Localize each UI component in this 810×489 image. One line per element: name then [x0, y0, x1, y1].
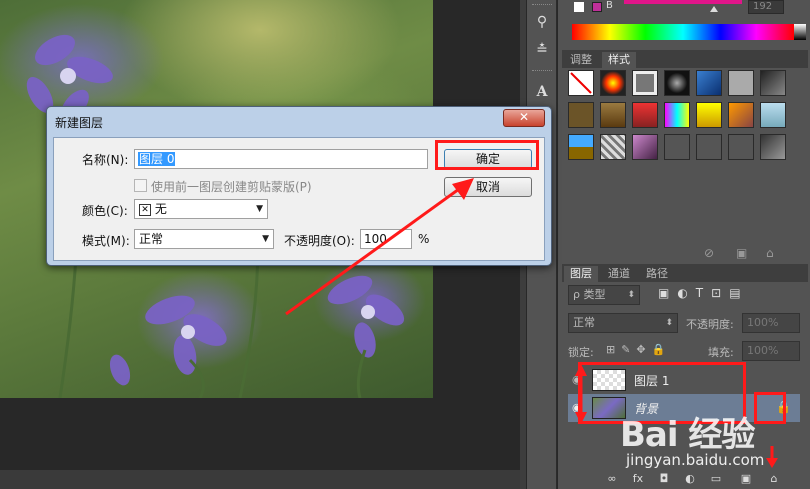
style-cell[interactable] [632, 70, 658, 96]
color-spectrum[interactable] [572, 24, 794, 40]
canvas-bottom-bar [0, 470, 525, 489]
link-icon[interactable]: ∞ [604, 472, 620, 486]
layer-reorder-arrows [575, 364, 588, 424]
tab-layers[interactable]: 图层 [564, 266, 598, 282]
style-cell[interactable] [760, 70, 786, 96]
b-channel-slider[interactable] [624, 0, 742, 4]
style-cell[interactable] [728, 70, 754, 96]
chevron-down-icon: ▼ [256, 204, 263, 214]
blend-mode-select[interactable]: 正常 ⬍ [568, 313, 678, 333]
lock-icon[interactable]: 🔒 [776, 400, 791, 414]
style-cell[interactable] [600, 134, 626, 160]
style-cell[interactable] [600, 102, 626, 128]
grip-handle[interactable] [532, 4, 552, 7]
adjustment-icon[interactable]: ◐ [682, 472, 698, 486]
right-panels: B 192 调整 样式 ⊘ ▣ ⌂ 图层 通道 路径 ρ 类型 ⬍ ▣◐T⊡▤ … [558, 0, 810, 489]
layer-name: 图层 1 [634, 374, 670, 388]
b-channel-label: B [606, 0, 613, 11]
style-cell[interactable] [696, 102, 722, 128]
style-none[interactable] [568, 70, 594, 96]
fill-input[interactable]: 100% [742, 341, 800, 361]
delete-style-icon[interactable]: ⊘ [704, 246, 714, 260]
layer-opacity-label: 不透明度: [686, 318, 734, 331]
new-layer-icon[interactable]: ▣ [738, 472, 754, 486]
chevron-down-icon: ⬍ [627, 290, 635, 300]
name-input[interactable]: 图层 0 [134, 149, 428, 169]
style-cell[interactable] [696, 70, 722, 96]
fx-icon[interactable]: fx [630, 472, 646, 486]
color-label: 颜色(C): [82, 204, 128, 218]
mode-label: 模式(M): [82, 234, 130, 248]
brush-preset-icon[interactable]: ⚲ [532, 12, 552, 32]
layer-opacity-input[interactable]: 100% [742, 313, 800, 333]
color-panel: B 192 [562, 0, 808, 46]
style-cell[interactable] [728, 102, 754, 128]
layer-filter-icons[interactable]: ▣◐T⊡▤ [658, 286, 749, 300]
style-cell[interactable] [632, 102, 658, 128]
new-style-icon[interactable]: ▣ [736, 246, 747, 260]
style-cell[interactable] [664, 134, 690, 160]
layers-footer: ∞ fx ◘ ◐ ▭ ▣ ⌂ [598, 470, 810, 489]
mask-icon[interactable]: ◘ [656, 472, 672, 486]
slider-thumb[interactable] [710, 6, 718, 12]
mode-select-value: 正常 [139, 232, 164, 246]
style-cell[interactable] [760, 134, 786, 160]
ok-button[interactable]: 确定 [444, 149, 532, 169]
name-label: 名称(N): [82, 153, 129, 167]
fill-label: 填充: [708, 346, 734, 359]
layers-panel-tabs: 图层 通道 路径 [562, 264, 808, 282]
tab-adjustments[interactable]: 调整 [564, 52, 598, 68]
style-cell[interactable] [696, 134, 722, 160]
tab-styles[interactable]: 样式 [602, 52, 636, 68]
tab-channels[interactable]: 通道 [602, 266, 636, 282]
color-select-value: 无 [154, 202, 167, 216]
down-arrow-indicator [766, 446, 778, 468]
trash-icon[interactable]: ⌂ [766, 472, 782, 486]
layer-filter-label: ρ 类型 [573, 288, 606, 301]
warning-icon [574, 2, 584, 12]
close-button[interactable]: ✕ [503, 109, 545, 127]
style-cell[interactable] [568, 134, 594, 160]
layer-filter-select[interactable]: ρ 类型 ⬍ [568, 285, 640, 305]
folder-icon[interactable]: ▭ [708, 472, 724, 486]
chevron-down-icon: ⬍ [665, 318, 673, 328]
color-select[interactable]: ✕ 无 ▼ [134, 199, 268, 219]
layer-thumbnail [592, 369, 626, 391]
clip-mask-checkbox[interactable] [134, 179, 147, 192]
styles-panel-tabs: 调整 样式 [562, 50, 808, 68]
character-icon[interactable]: A [532, 82, 552, 102]
layer-name: 背景 [634, 402, 659, 416]
style-cell[interactable] [664, 70, 690, 96]
style-cell[interactable] [568, 102, 594, 128]
blend-mode-value: 正常 [573, 316, 595, 329]
mode-select[interactable]: 正常 ▼ [134, 229, 274, 249]
layer-row[interactable]: ◉ 图层 1 [568, 366, 800, 394]
lock-icons[interactable]: ⊞✎✥🔒 [606, 343, 671, 356]
chevron-down-icon: ▼ [262, 234, 269, 244]
style-cell[interactable] [664, 102, 690, 128]
tab-paths[interactable]: 路径 [640, 266, 674, 282]
style-cell[interactable] [632, 134, 658, 160]
layer-row-selected[interactable]: ◉ 背景 🔒 [568, 394, 800, 422]
style-cell[interactable] [760, 102, 786, 128]
bw-ramp[interactable] [794, 24, 806, 40]
trash-icon[interactable]: ⌂ [766, 246, 774, 260]
red-arrow-indicator [285, 178, 474, 316]
brush-settings-icon[interactable]: ≛ [532, 40, 552, 60]
color-swatch[interactable] [592, 2, 602, 12]
style-cell[interactable] [728, 134, 754, 160]
style-cell[interactable] [600, 70, 626, 96]
name-input-selection: 图层 0 [138, 152, 176, 166]
b-channel-input[interactable]: 192 [748, 0, 784, 14]
dialog-title: 新建图层 [55, 116, 104, 130]
color-none-icon: ✕ [139, 203, 151, 216]
lock-label: 锁定: [568, 346, 594, 359]
grip-handle[interactable] [532, 70, 552, 73]
layer-thumbnail [592, 397, 626, 419]
